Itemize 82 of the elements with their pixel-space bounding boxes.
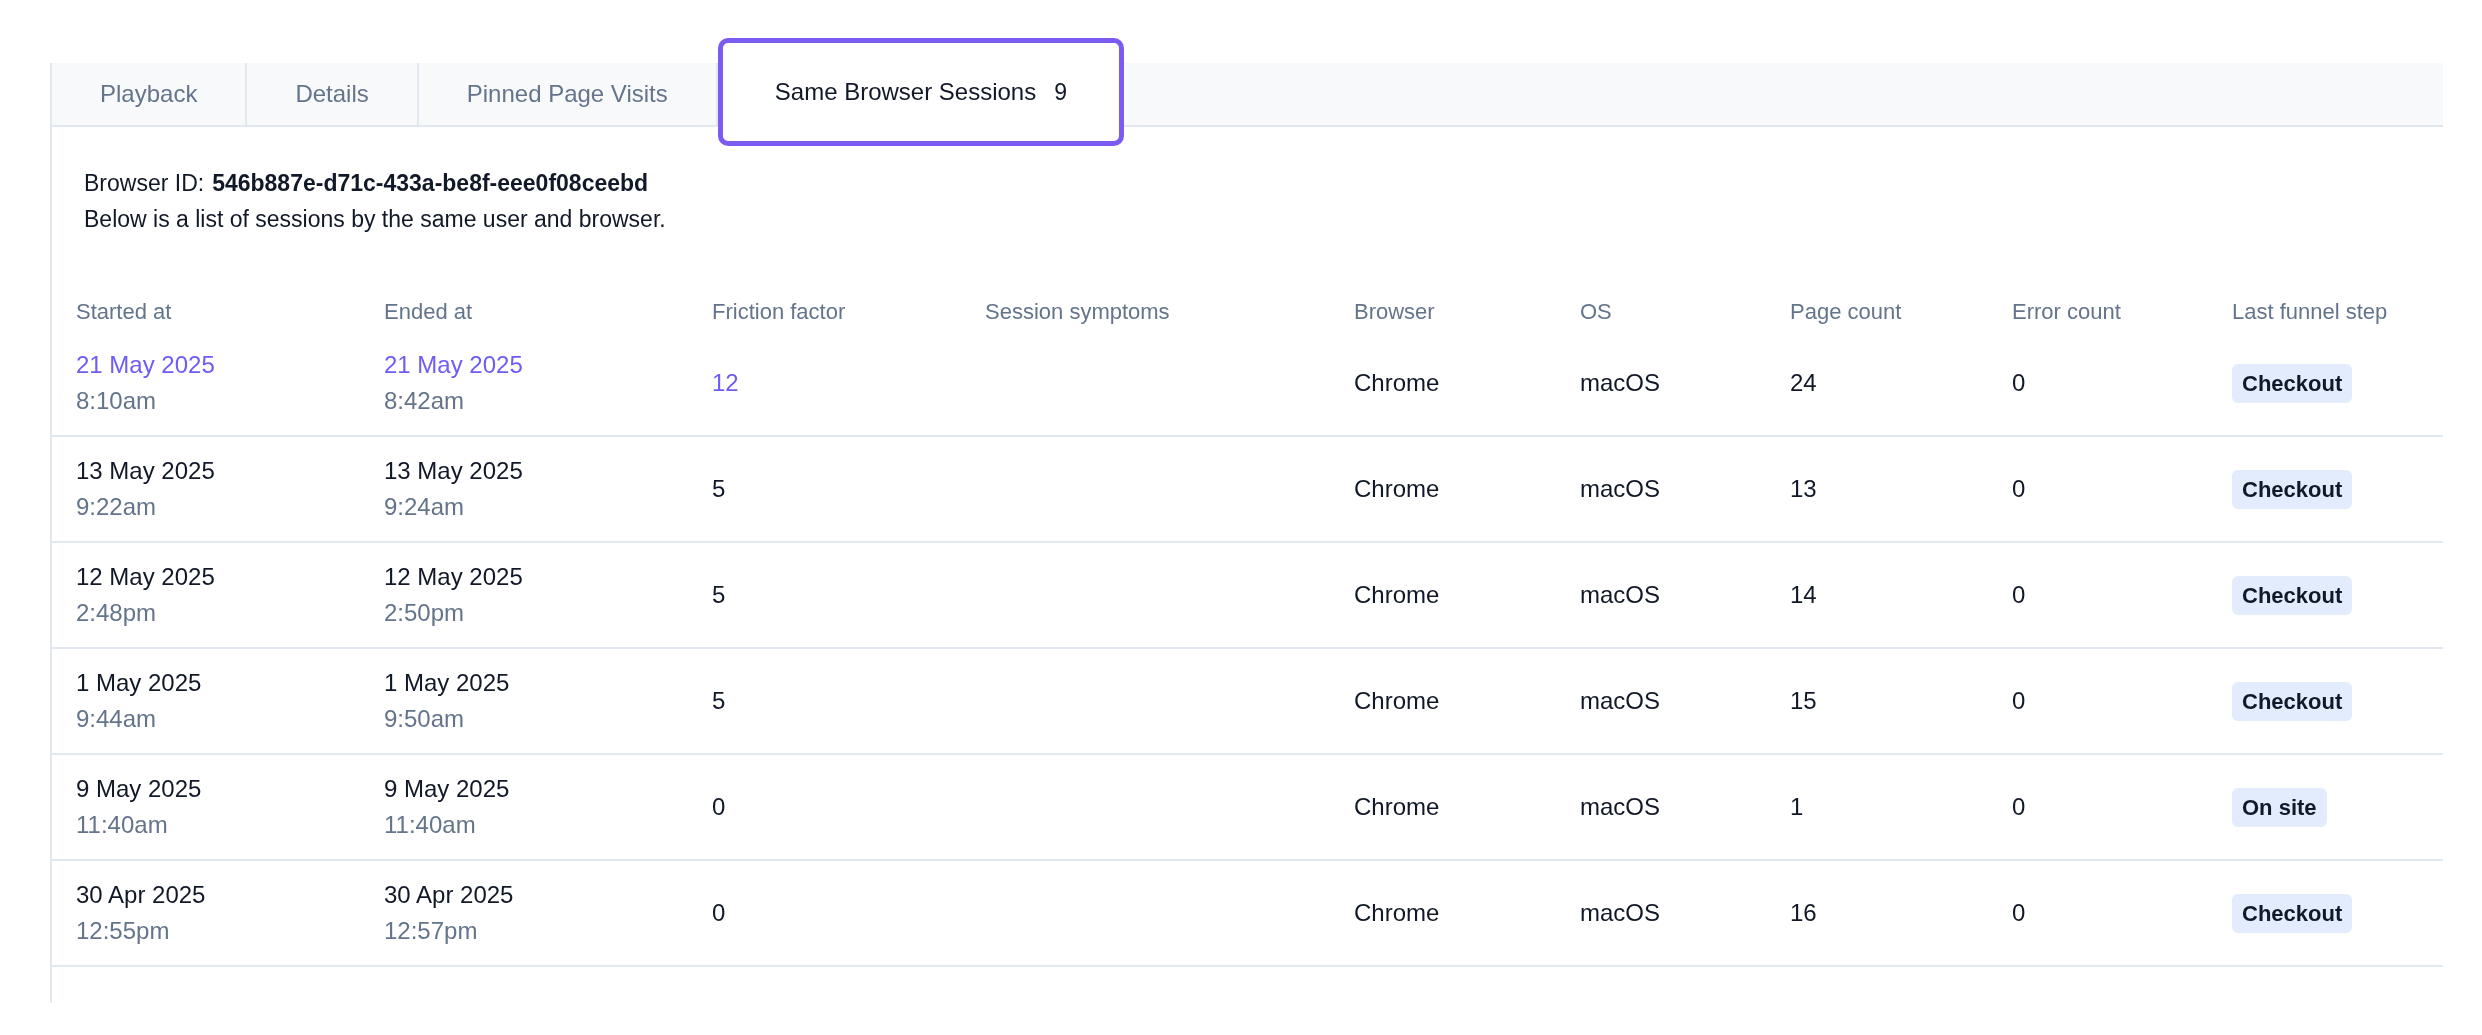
end-date: 13 May 2025 [384, 456, 524, 486]
friction-factor: 0 [712, 898, 726, 928]
column-header: Friction factor [712, 297, 846, 326]
error-count: 0 [2012, 474, 2026, 504]
end-date: 30 Apr 2025 [384, 880, 515, 910]
tab-count: 9 [1054, 77, 1067, 107]
session-row[interactable]: 12 May 2025 2:48pm 12 May 2025 2:50pm 5 Chrome macOS 14 0 Checkout [52, 543, 2443, 649]
end-time: 8:42am [384, 386, 466, 416]
funnel-step-tag: Checkout [2232, 681, 2353, 721]
friction-factor: 5 [712, 580, 726, 610]
column-header: OS [1580, 297, 1612, 326]
end-time: 9:50am [384, 704, 466, 734]
start-date: 21 May 2025 [76, 350, 216, 380]
error-count: 0 [2012, 898, 2026, 928]
column-header: Browser [1354, 297, 1435, 326]
column-header: Session symptoms [985, 297, 1170, 326]
browser-name: Chrome [1354, 898, 1440, 928]
error-count: 0 [2012, 792, 2026, 822]
funnel-step-tag: On site [2232, 787, 2327, 827]
end-time: 11:40am [384, 810, 477, 840]
browser-id-label: Browser ID: [84, 169, 205, 198]
column-header: Error count [2012, 297, 2121, 326]
friction-factor: 5 [712, 686, 726, 716]
session-row[interactable]: 21 May 2025 8:10am 21 May 2025 8:42am 12 Chrome macOS 24 0 Checkout [52, 331, 2443, 437]
os-name: macOS [1580, 580, 1660, 610]
os-name: macOS [1580, 686, 1660, 716]
friction-factor: 5 [712, 474, 726, 504]
funnel-step-tag: Checkout [2232, 575, 2353, 615]
funnel-step-tag: Checkout [2232, 893, 2353, 933]
end-time: 2:50pm [384, 598, 466, 628]
start-date: 1 May 2025 [76, 668, 203, 698]
os-name: macOS [1580, 898, 1660, 928]
browser-id-value: 546b887e-d71c-433a-be8f-eee0f08ceebd [212, 169, 649, 198]
start-time: 2:48pm [76, 598, 158, 628]
start-time: 9:22am [76, 492, 158, 522]
funnel-step-tag: Checkout [2232, 363, 2353, 403]
browser-name: Chrome [1354, 792, 1440, 822]
os-name: macOS [1580, 474, 1660, 504]
browser-name: Chrome [1354, 368, 1440, 398]
column-header: Ended at [384, 297, 473, 326]
column-header: Last funnel step [2232, 297, 2388, 326]
page-count: 1 [1790, 792, 1804, 822]
browser-name: Chrome [1354, 686, 1440, 716]
os-name: macOS [1580, 792, 1660, 822]
page-count: 13 [1790, 474, 1817, 504]
end-date: 21 May 2025 [384, 350, 524, 380]
browser-name: Chrome [1354, 580, 1440, 610]
tab[interactable]: Details [247, 63, 419, 125]
start-time: 8:10am [76, 386, 158, 416]
error-count: 0 [2012, 686, 2026, 716]
session-row[interactable]: 9 May 2025 11:40am 9 May 2025 11:40am 0 Chrome macOS 1 0 On site [52, 755, 2443, 861]
tab[interactable]: Playback [52, 63, 248, 125]
error-count: 0 [2012, 580, 2026, 610]
session-row[interactable]: 13 May 2025 9:22am 13 May 2025 9:24am 5 Chrome macOS 13 0 Checkout [52, 437, 2443, 543]
funnel-step-tag: Checkout [2232, 469, 2353, 509]
friction-factor: 12 [712, 368, 739, 398]
end-time: 12:57pm [384, 916, 479, 946]
os-name: macOS [1580, 368, 1660, 398]
end-date: 12 May 2025 [384, 562, 524, 592]
end-date: 1 May 2025 [384, 668, 511, 698]
page-count: 24 [1790, 368, 1817, 398]
start-time: 12:55pm [76, 916, 171, 946]
column-header: Page count [1790, 297, 1902, 326]
page-count: 15 [1790, 686, 1817, 716]
tab[interactable]: Same Browser Sessions 9 [717, 38, 1124, 146]
friction-factor: 0 [712, 792, 726, 822]
page-count: 14 [1790, 580, 1817, 610]
column-header: Started at [76, 297, 172, 326]
end-time: 9:24am [384, 492, 466, 522]
page-count: 16 [1790, 898, 1817, 928]
start-time: 11:40am [76, 810, 169, 840]
end-date: 9 May 2025 [384, 774, 511, 804]
start-date: 13 May 2025 [76, 456, 216, 486]
description-text: Below is a list of sessions by the same user and browser. [84, 205, 667, 234]
error-count: 0 [2012, 368, 2026, 398]
browser-name: Chrome [1354, 474, 1440, 504]
start-date: 12 May 2025 [76, 562, 216, 592]
start-date: 9 May 2025 [76, 774, 203, 804]
start-time: 9:44am [76, 704, 158, 734]
session-row[interactable]: 1 May 2025 9:44am 1 May 2025 9:50am 5 Chrome macOS 15 0 Checkout [52, 649, 2443, 755]
start-date: 30 Apr 2025 [76, 880, 207, 910]
session-row[interactable]: 30 Apr 2025 12:55pm 30 Apr 2025 12:57pm 0 Chrome macOS 16 0 Checkout [52, 861, 2443, 967]
